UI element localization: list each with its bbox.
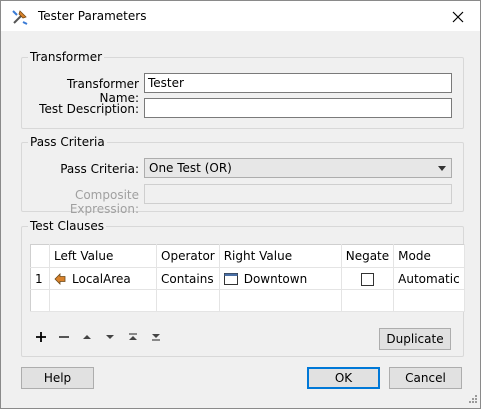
remove-icon[interactable] xyxy=(57,331,71,343)
row-number-header xyxy=(30,244,50,268)
right-value-header[interactable]: Right Value xyxy=(219,244,342,268)
row-number: 1 xyxy=(30,267,50,290)
pass-criteria-value: One Test (OR) xyxy=(149,161,232,175)
constant-value-icon xyxy=(223,273,238,285)
help-button[interactable]: Help xyxy=(21,367,94,389)
cancel-button[interactable]: Cancel xyxy=(389,367,462,389)
duplicate-button[interactable]: Duplicate xyxy=(379,328,451,350)
move-down-icon[interactable] xyxy=(103,331,117,343)
negate-header[interactable]: Negate xyxy=(341,244,395,268)
tester-parameters-dialog: Tester Parameters Transformer Transforme… xyxy=(0,0,481,409)
chevron-down-icon xyxy=(438,166,446,171)
close-icon[interactable] xyxy=(448,7,468,27)
right-value-text: Downtown xyxy=(243,271,308,286)
mode-header[interactable]: Mode xyxy=(393,244,465,268)
negate-checkbox[interactable] xyxy=(360,272,374,286)
pass-criteria-dropdown[interactable]: One Test (OR) xyxy=(144,158,452,178)
left-value-header[interactable]: Left Value xyxy=(49,244,157,268)
transformer-group-label: Transformer xyxy=(28,50,105,64)
table-row-empty[interactable] xyxy=(30,289,465,312)
transformer-name-field[interactable]: Tester xyxy=(144,73,452,93)
title-bar: Tester Parameters xyxy=(1,1,480,31)
operator-cell[interactable]: Contains xyxy=(156,267,220,290)
operator-header[interactable]: Operator xyxy=(156,244,220,268)
test-description-field[interactable] xyxy=(144,98,452,118)
move-bottom-icon[interactable] xyxy=(149,331,163,343)
move-up-icon[interactable] xyxy=(80,331,94,343)
tester-transformer-icon xyxy=(12,10,28,25)
test-description-label: Test Description: xyxy=(39,102,139,116)
add-icon[interactable] xyxy=(34,331,48,343)
left-value-text: LocalArea xyxy=(72,271,131,286)
window-title: Tester Parameters xyxy=(38,9,147,23)
attribute-value-icon xyxy=(54,273,66,285)
left-value-cell[interactable]: LocalArea xyxy=(49,267,157,290)
composite-expression-label: Composite Expression: xyxy=(69,188,139,216)
pass-criteria-label: Pass Criteria: xyxy=(60,162,139,176)
test-clauses-group-label: Test Clauses xyxy=(28,219,107,233)
table-row[interactable]: 1 LocalArea Contains Downtown Automatic xyxy=(30,267,465,290)
right-value-cell[interactable]: Downtown xyxy=(219,267,342,290)
test-clauses-table[interactable]: Left Value Operator Right Value Negate M… xyxy=(30,244,465,312)
composite-expression-field xyxy=(144,184,452,204)
move-top-icon[interactable] xyxy=(126,331,140,343)
transformer-name-label: Transformer Name: xyxy=(66,77,139,105)
mode-cell[interactable]: Automatic xyxy=(393,267,465,290)
ok-button[interactable]: OK xyxy=(307,367,380,389)
table-header-row: Left Value Operator Right Value Negate M… xyxy=(30,244,465,268)
pass-criteria-group-label: Pass Criteria xyxy=(28,135,107,149)
negate-cell[interactable] xyxy=(341,267,395,290)
resize-grip-icon[interactable] xyxy=(466,394,478,406)
